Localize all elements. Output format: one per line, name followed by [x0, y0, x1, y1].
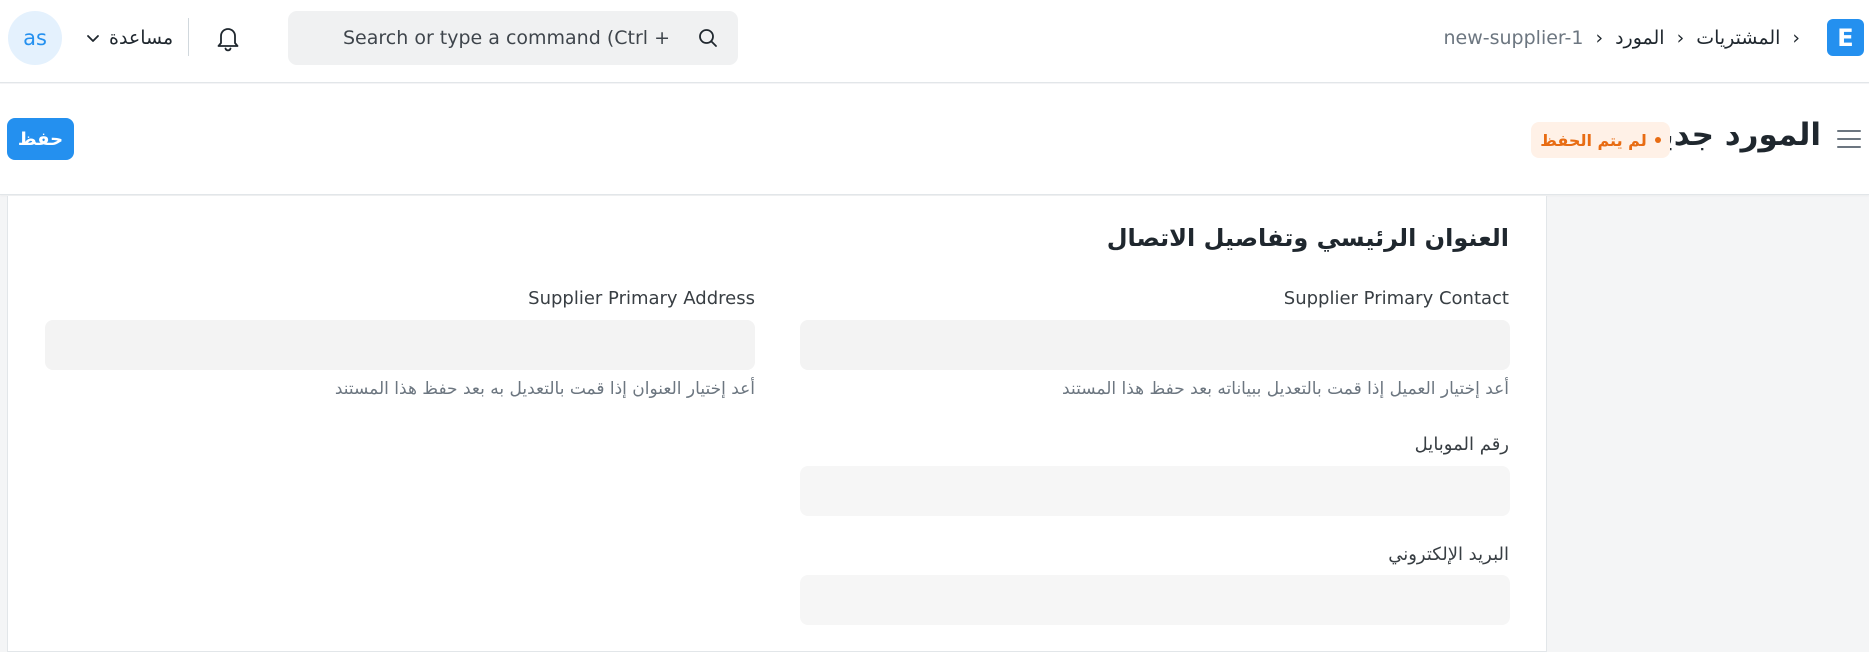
form-section: العنوان الرئيسي وتفاصيل الاتصال Supplier… [7, 196, 1547, 652]
search-bar[interactable] [288, 11, 738, 65]
app-logo-letter: E [1837, 23, 1854, 52]
save-button[interactable]: حفظ [7, 118, 74, 160]
bell-icon[interactable] [214, 23, 242, 53]
primary-contact-field[interactable] [800, 320, 1510, 370]
mobile-number-label: رقم الموبايل [1414, 434, 1509, 455]
primary-address-field[interactable] [45, 320, 755, 370]
chevron-down-icon [87, 35, 99, 42]
help-label: مساعدة [109, 27, 174, 49]
breadcrumb-item-supplier[interactable]: المورد [1615, 27, 1665, 49]
mobile-number-field[interactable] [800, 466, 1510, 516]
app-logo[interactable]: E [1827, 19, 1864, 56]
breadcrumb-separator: › [1595, 27, 1604, 49]
help-dropdown[interactable]: مساعدة [85, 22, 173, 54]
breadcrumb: › المشتريات › المورد › new-supplier-1 [1443, 22, 1812, 54]
breadcrumb-item-buying[interactable]: المشتريات [1696, 27, 1780, 49]
navbar-divider [188, 18, 189, 56]
status-dot [1654, 137, 1661, 143]
page-title: المورد جديد [1644, 117, 1821, 153]
status-badge: لم يتم الحفظ [1531, 122, 1670, 158]
status-badge-label: لم يتم الحفظ [1540, 130, 1647, 150]
email-field[interactable] [800, 575, 1510, 625]
breadcrumb-separator: › [1676, 27, 1685, 49]
primary-address-help: أعد إختيار العنوان إذا قمت بالتعديل به ب… [334, 379, 755, 399]
page-head: المورد جديد لم يتم الحفظ حفظ [0, 84, 1869, 195]
search-icon[interactable] [696, 26, 720, 50]
section-title: العنوان الرئيسي وتفاصيل الاتصال [1106, 224, 1509, 252]
menu-icon[interactable] [1836, 128, 1862, 150]
primary-address-label: Supplier Primary Address [528, 288, 755, 309]
search-input[interactable] [343, 11, 673, 65]
email-label: البريد الإلكتروني [1388, 544, 1509, 565]
breadcrumb-item-current: new-supplier-1 [1443, 27, 1584, 49]
breadcrumb-separator: › [1792, 27, 1800, 49]
primary-contact-label: Supplier Primary Contact [1283, 288, 1509, 309]
avatar[interactable]: as [8, 11, 62, 65]
primary-contact-help: أعد إختيار العميل إذا قمت بالتعديل ببيان… [1062, 379, 1509, 399]
navbar: E › المشتريات › المورد › new-supplier-1 … [0, 0, 1869, 83]
avatar-initials: as [23, 26, 47, 50]
